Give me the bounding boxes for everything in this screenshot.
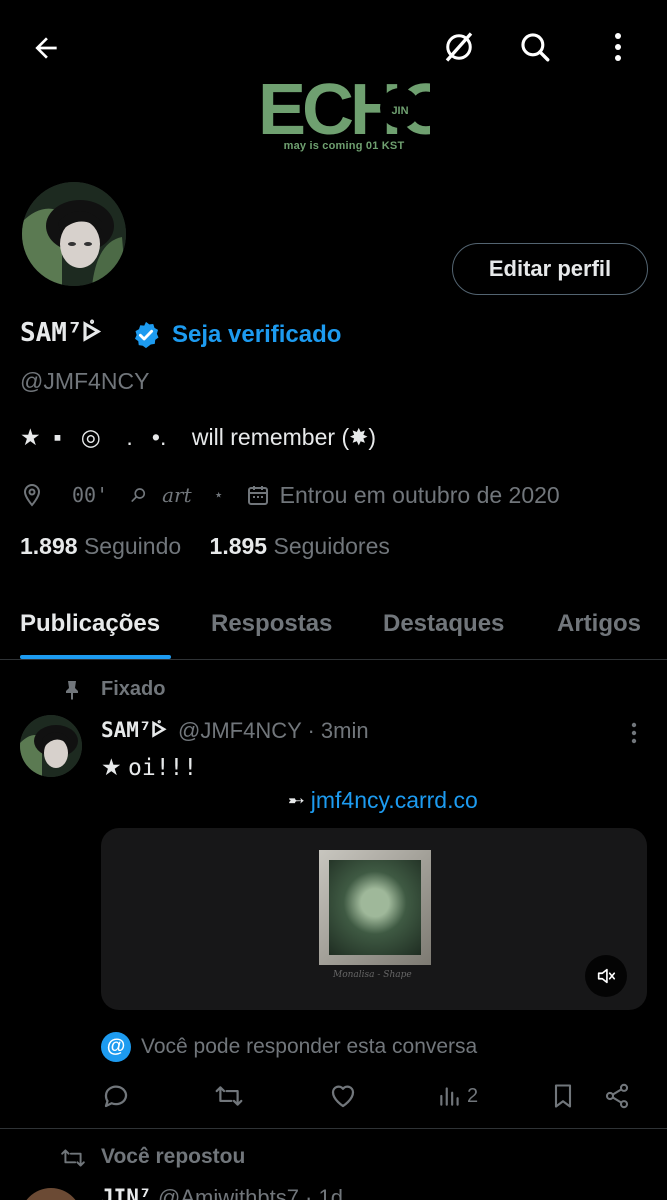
banner-subtitle: may is coming 01 KST — [283, 140, 405, 152]
profile-tabs: Publicações Respostas Destaques Artigos — [0, 600, 667, 660]
tweet-text: ★ oi!!! — [101, 754, 197, 781]
follow-stats: 1.898 Seguindo 1.895 Seguidores — [20, 533, 390, 560]
website-item[interactable]: art — [130, 483, 192, 507]
arrow-left-icon — [35, 37, 57, 59]
bookmark-button[interactable] — [549, 1076, 577, 1116]
profile-avatar[interactable] — [18, 178, 130, 290]
tweet-media[interactable]: Monalisa - Shape — [101, 828, 647, 1010]
tweet-link-row: ➸ jmf4ncy.carrd.co — [288, 787, 478, 814]
calendar-icon — [247, 486, 268, 505]
tweet-author-name[interactable]: SAM⁷ᢰ — [101, 718, 167, 743]
tab-publicacoes[interactable]: Publicações — [20, 610, 160, 638]
location-text: 00' — [72, 483, 109, 507]
views-button[interactable]: 2 — [437, 1076, 478, 1116]
volume-muted-icon — [597, 968, 616, 984]
repost-icon — [61, 1149, 85, 1167]
joined-item: Entrou em outubro de 2020 — [246, 482, 560, 509]
website-text[interactable]: art — [162, 483, 192, 507]
tweet-text-prefix: ★ — [101, 754, 129, 780]
search-icon — [521, 33, 550, 62]
more-button[interactable] — [596, 24, 640, 70]
followers-link[interactable]: 1.895 Seguidores — [210, 533, 390, 559]
next-tweet-avatar[interactable] — [20, 1188, 82, 1200]
views-count: 2 — [467, 1084, 479, 1107]
grok-icon — [445, 32, 473, 62]
mute-button[interactable] — [585, 955, 627, 997]
tweet-text-body: oi!!! — [128, 755, 198, 781]
more-vertical-icon — [631, 722, 637, 744]
tab-respostas[interactable]: Respostas — [211, 610, 332, 638]
tweet-divider — [0, 1128, 667, 1129]
followers-label: Seguidores — [273, 533, 390, 559]
following-label: Seguindo — [83, 533, 182, 559]
profile-handle: @JMF4NCY — [20, 368, 150, 394]
tweet-author-handle: @JMF4NCY · 3min — [178, 718, 369, 743]
at-icon: @ — [101, 1032, 131, 1062]
star-glyph: ⋆ — [213, 487, 224, 504]
avatar-image — [22, 182, 126, 286]
next-tweet-author-handle: @Amiwithbts7 · 1d — [158, 1185, 343, 1200]
repost-icon — [215, 1086, 243, 1106]
reply-icon — [104, 1085, 128, 1108]
location-item: 00' — [20, 483, 108, 507]
tweet-avatar-image — [20, 715, 82, 777]
get-verified-link[interactable]: Seja verificado — [172, 321, 341, 349]
link-search-icon — [131, 488, 146, 502]
search-button[interactable] — [512, 24, 558, 70]
following-count: 1.898 — [20, 533, 78, 559]
repost-button[interactable] — [213, 1076, 245, 1116]
like-button[interactable] — [328, 1076, 358, 1116]
next-tweet-author-name[interactable]: JIN⁷ — [101, 1185, 152, 1200]
active-tab-indicator — [20, 655, 171, 659]
echo-logo: ECHO JIN — [258, 72, 430, 144]
pinned-label: Fixado — [101, 678, 166, 700]
more-vertical-icon — [615, 33, 621, 61]
bookmark-icon — [554, 1084, 572, 1108]
reply-button[interactable] — [101, 1076, 131, 1116]
echo-logo-tag: JIN — [391, 105, 408, 117]
joined-text: Entrou em outubro de 2020 — [279, 481, 560, 508]
heart-icon — [331, 1085, 355, 1108]
reply-note-text: Você pode responder esta conversa — [141, 1035, 478, 1058]
arrow-glyph: ➸ — [288, 790, 305, 812]
back-button[interactable] — [24, 26, 68, 70]
share-icon — [605, 1083, 629, 1109]
followers-count: 1.895 — [209, 533, 268, 559]
profile-banner[interactable]: ECHO JIN may is coming 01 KST — [0, 0, 667, 215]
media-frame-image — [319, 850, 431, 965]
pin-icon — [66, 681, 78, 700]
profile-meta-row: 00' art ⋆ Entrou em outubro de 2020 — [20, 480, 560, 510]
following-link[interactable]: 1.898 Seguindo — [20, 533, 181, 559]
share-button[interactable] — [603, 1076, 631, 1116]
tab-artigos[interactable]: Artigos — [557, 610, 641, 638]
tweet-actions: 2 — [101, 1076, 647, 1116]
repost-label: Você repostou — [101, 1145, 246, 1168]
profile-name: SAM⁷ᢰ — [20, 318, 102, 348]
tab-destaques[interactable]: Destaques — [383, 610, 504, 638]
reply-permission-note: @ Você pode responder esta conversa — [101, 1032, 477, 1062]
grok-button[interactable] — [436, 24, 482, 70]
verified-badge-icon[interactable] — [131, 320, 161, 350]
tweet-link[interactable]: jmf4ncy.carrd.co — [311, 787, 478, 814]
profile-bio: ★ ▪ ◎ . •. will remember (✸) — [20, 424, 377, 450]
location-pin-icon — [23, 483, 41, 507]
media-caption: Monalisa - Shape — [333, 970, 412, 980]
views-bar-chart-icon — [440, 1087, 459, 1106]
edit-profile-button[interactable]: Editar perfil — [452, 243, 648, 295]
tweet-more-button[interactable] — [620, 718, 648, 748]
tweet-avatar[interactable] — [20, 715, 82, 777]
